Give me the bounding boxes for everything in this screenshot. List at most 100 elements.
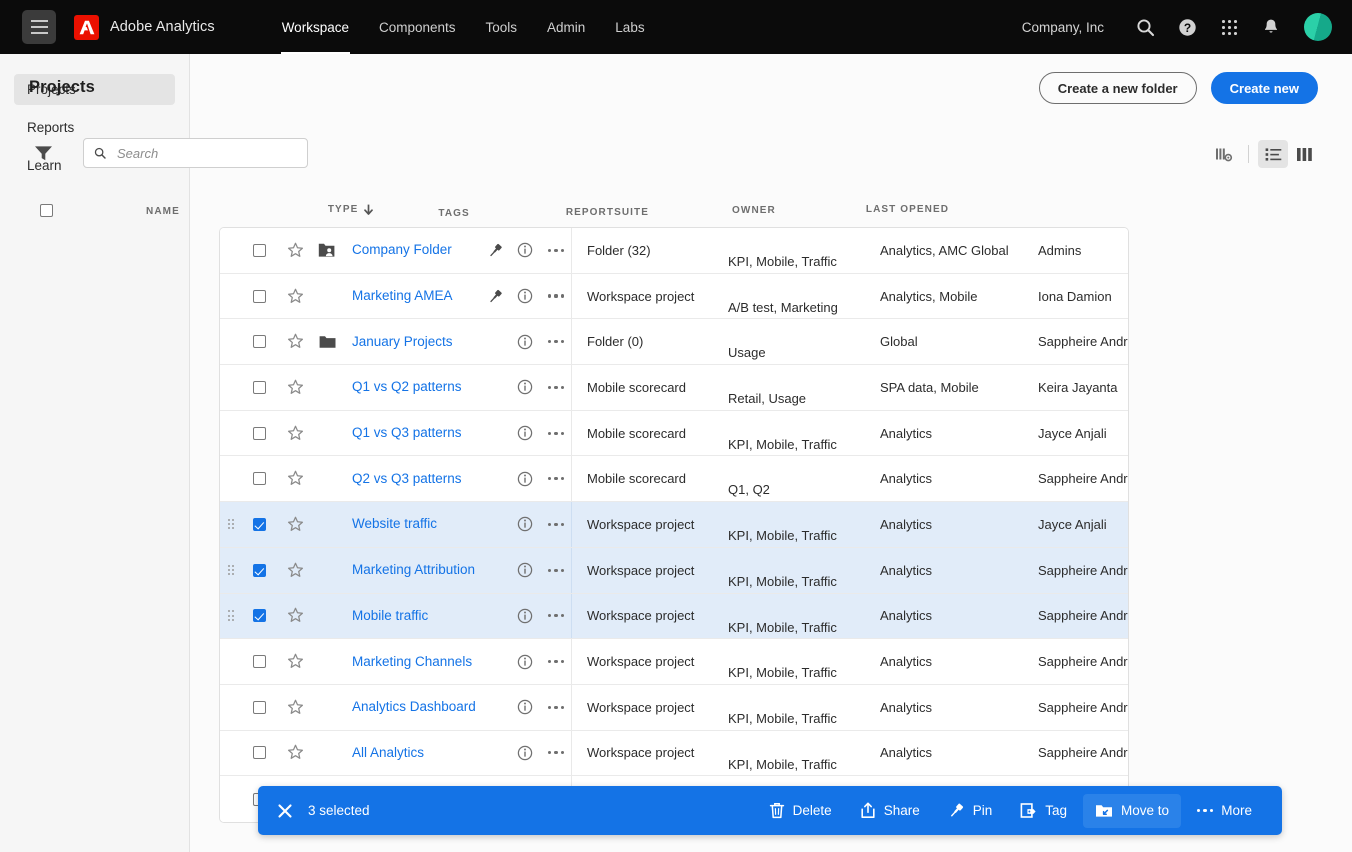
create-new-folder-button[interactable]: Create a new folder: [1039, 72, 1197, 104]
bell-icon[interactable]: [1250, 0, 1292, 54]
favorite-star-icon[interactable]: [276, 516, 314, 533]
project-name-link[interactable]: Mobile traffic: [352, 608, 428, 623]
table-row[interactable]: Website trafficWorkspace projectKPI, Mob…: [220, 502, 1128, 548]
row-checkbox[interactable]: [253, 427, 266, 440]
row-more-icon[interactable]: [540, 340, 572, 343]
column-header-last-opened[interactable]: LAST OPENED: [866, 198, 949, 215]
row-more-icon[interactable]: [540, 249, 572, 252]
filter-icon[interactable]: [29, 139, 57, 167]
table-row[interactable]: Analytics DashboardWorkspace projectKPI,…: [220, 685, 1128, 731]
column-settings-view-icon[interactable]: [1209, 140, 1239, 168]
row-info-icon[interactable]: [510, 516, 540, 532]
column-header-owner[interactable]: OWNER: [732, 198, 776, 216]
table-row[interactable]: All AnalyticsWorkspace projectKPI, Mobil…: [220, 731, 1128, 777]
favorite-star-icon[interactable]: [276, 607, 314, 624]
row-checkbox[interactable]: [253, 244, 266, 257]
favorite-star-icon[interactable]: [276, 425, 314, 442]
row-checkbox[interactable]: [253, 335, 266, 348]
nav-item-components[interactable]: Components: [364, 0, 471, 54]
favorite-star-icon[interactable]: [276, 562, 314, 579]
table-row[interactable]: Q1 vs Q2 patternsMobile scorecardRetail,…: [220, 365, 1128, 411]
row-checkbox[interactable]: [253, 609, 266, 622]
project-name-link[interactable]: Analytics Dashboard: [352, 699, 476, 714]
tag-button[interactable]: Tag: [1008, 794, 1079, 828]
create-new-button[interactable]: Create new: [1211, 72, 1318, 104]
row-checkbox[interactable]: [253, 701, 266, 714]
hamburger-icon[interactable]: [22, 10, 56, 44]
search-box[interactable]: [83, 138, 308, 168]
row-info-icon[interactable]: [510, 288, 540, 304]
row-info-icon[interactable]: [510, 654, 540, 670]
project-name-link[interactable]: Website traffic: [352, 516, 437, 531]
select-all-checkbox[interactable]: [40, 204, 53, 217]
row-checkbox[interactable]: [253, 564, 266, 577]
row-more-icon[interactable]: [540, 477, 572, 480]
board-view-icon[interactable]: [1290, 140, 1320, 168]
share-button[interactable]: Share: [848, 794, 932, 828]
row-info-icon[interactable]: [510, 699, 540, 715]
nav-item-tools[interactable]: Tools: [471, 0, 533, 54]
row-info-icon[interactable]: [510, 425, 540, 441]
project-name-link[interactable]: Q1 vs Q2 patterns: [352, 379, 462, 394]
row-more-icon[interactable]: [540, 294, 572, 297]
app-grid-icon[interactable]: [1208, 0, 1250, 54]
pin-row-icon[interactable]: [480, 288, 510, 305]
project-name-link[interactable]: Q1 vs Q3 patterns: [352, 425, 462, 440]
table-row[interactable]: Marketing AttributionWorkspace projectKP…: [220, 548, 1128, 594]
favorite-star-icon[interactable]: [276, 470, 314, 487]
row-info-icon[interactable]: [510, 334, 540, 350]
search-icon[interactable]: [1124, 0, 1166, 54]
drag-handle-icon[interactable]: [228, 519, 235, 530]
move-to-button[interactable]: Move to: [1083, 794, 1181, 828]
row-info-icon[interactable]: [510, 608, 540, 624]
pin-row-icon[interactable]: [480, 242, 510, 259]
company-selector[interactable]: Company, Inc: [1022, 20, 1104, 35]
row-more-icon[interactable]: [540, 569, 572, 572]
row-more-icon[interactable]: [540, 660, 572, 663]
close-icon[interactable]: [274, 800, 296, 822]
favorite-star-icon[interactable]: [276, 379, 314, 396]
search-input[interactable]: [115, 145, 297, 162]
row-checkbox[interactable]: [253, 518, 266, 531]
project-name-link[interactable]: January Projects: [352, 334, 453, 349]
row-more-icon[interactable]: [540, 614, 572, 617]
table-row[interactable]: January ProjectsFolder (0)UsageGlobalSap…: [220, 319, 1128, 365]
row-more-icon[interactable]: [540, 706, 572, 709]
drag-handle-icon[interactable]: [228, 610, 235, 621]
nav-item-workspace[interactable]: Workspace: [267, 0, 364, 54]
table-row[interactable]: Marketing ChannelsWorkspace projectKPI, …: [220, 639, 1128, 685]
row-more-icon[interactable]: [540, 523, 572, 526]
table-row[interactable]: Marketing AMEAWorkspace projectA/B test,…: [220, 274, 1128, 320]
more-button[interactable]: More: [1185, 794, 1264, 828]
row-more-icon[interactable]: [540, 386, 572, 389]
column-header-tags[interactable]: TAGS: [438, 198, 469, 219]
row-info-icon[interactable]: [510, 562, 540, 578]
row-checkbox[interactable]: [253, 290, 266, 303]
list-view-icon[interactable]: [1258, 140, 1288, 168]
favorite-star-icon[interactable]: [276, 744, 314, 761]
favorite-star-icon[interactable]: [276, 653, 314, 670]
row-more-icon[interactable]: [540, 751, 572, 754]
favorite-star-icon[interactable]: [276, 242, 314, 259]
avatar[interactable]: [1304, 13, 1332, 41]
help-icon[interactable]: ?: [1166, 0, 1208, 54]
delete-button[interactable]: Delete: [757, 794, 844, 828]
row-checkbox[interactable]: [253, 746, 266, 759]
row-checkbox[interactable]: [253, 472, 266, 485]
row-checkbox[interactable]: [253, 655, 266, 668]
row-more-icon[interactable]: [540, 432, 572, 435]
project-name-link[interactable]: Marketing Channels: [352, 654, 472, 669]
project-name-link[interactable]: Marketing AMEA: [352, 288, 453, 303]
project-name-link[interactable]: Marketing Attribution: [352, 562, 475, 577]
favorite-star-icon[interactable]: [276, 699, 314, 716]
table-row[interactable]: Mobile trafficWorkspace projectKPI, Mobi…: [220, 594, 1128, 640]
nav-item-admin[interactable]: Admin: [532, 0, 600, 54]
row-info-icon[interactable]: [510, 379, 540, 395]
project-name-link[interactable]: Q2 vs Q3 patterns: [352, 471, 462, 486]
row-info-icon[interactable]: [510, 471, 540, 487]
favorite-star-icon[interactable]: [276, 288, 314, 305]
table-row[interactable]: Company FolderFolder (32)KPI, Mobile, Tr…: [220, 228, 1128, 274]
table-row[interactable]: Q1 vs Q3 patternsMobile scorecardKPI, Mo…: [220, 411, 1128, 457]
drag-handle-icon[interactable]: [228, 565, 235, 576]
column-header-name[interactable]: NAME: [146, 198, 180, 217]
